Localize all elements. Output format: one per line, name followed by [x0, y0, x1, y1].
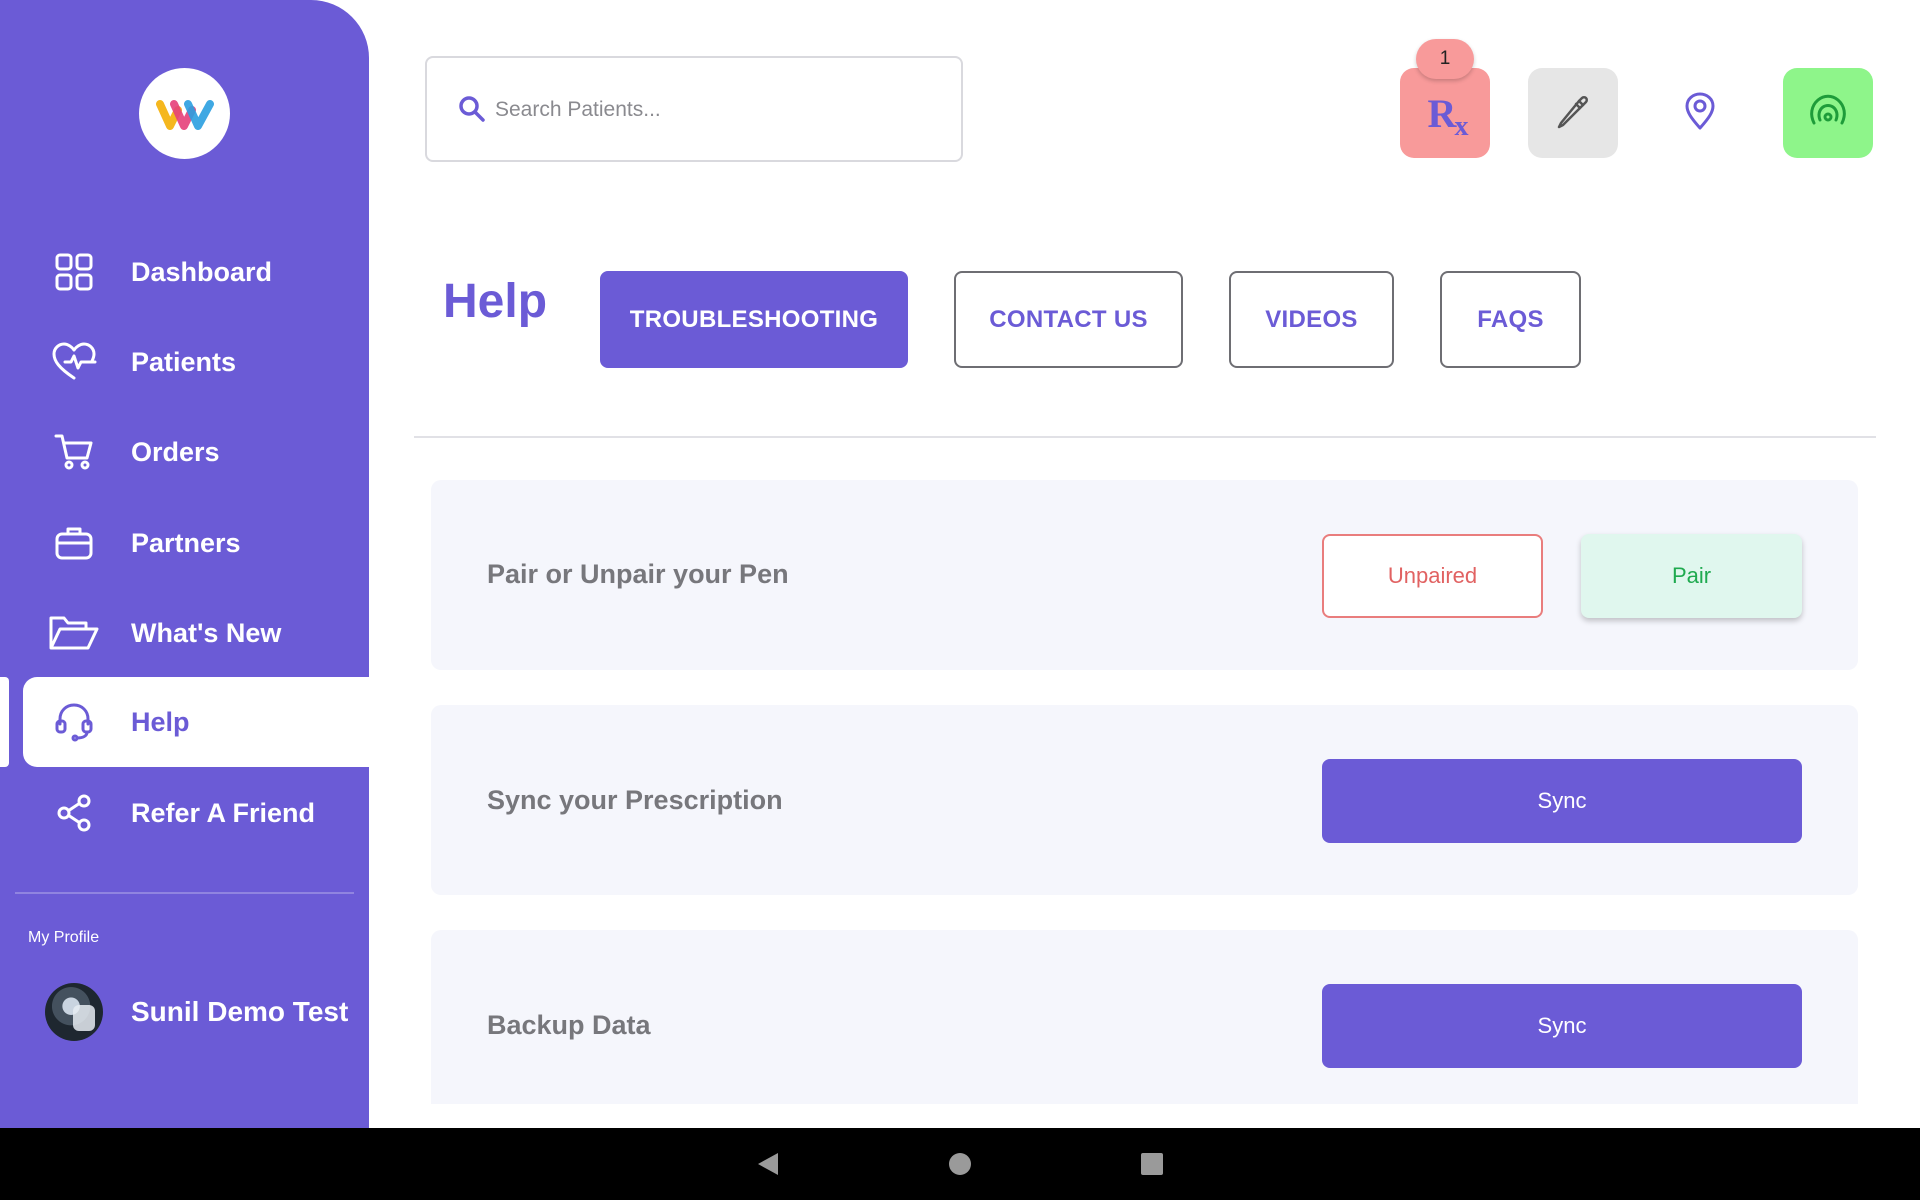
- page-title: Help: [443, 275, 548, 328]
- search-input[interactable]: [495, 88, 935, 132]
- pen-button[interactable]: [1528, 68, 1618, 158]
- cart-icon: [48, 426, 100, 478]
- headset-icon: [48, 696, 100, 748]
- sidebar-item-patients[interactable]: Patients: [0, 317, 369, 407]
- home-button[interactable]: [940, 1128, 980, 1200]
- sidebar-item-label: Patients: [131, 346, 237, 377]
- sidebar-item-partners[interactable]: Partners: [0, 498, 369, 588]
- app-window: Dashboard Patients Orders Partners What'…: [0, 0, 1920, 1128]
- pair-pen-card: Pair or Unpair your Pen Unpaired Pair: [431, 480, 1858, 670]
- unpaired-button[interactable]: Unpaired: [1322, 534, 1543, 618]
- sidebar-item-refer-a-friend[interactable]: Refer A Friend: [0, 768, 369, 858]
- sync-prescription-card: Sync your Prescription Sync: [431, 705, 1858, 895]
- rx-icon: Rx: [1427, 90, 1469, 142]
- card-title: Pair or Unpair your Pen: [487, 559, 789, 589]
- share-icon: [48, 787, 100, 839]
- recents-square-icon: [1141, 1153, 1163, 1175]
- back-triangle-icon: [758, 1153, 778, 1175]
- prescription-button[interactable]: Rx: [1400, 68, 1490, 158]
- avatar[interactable]: [45, 983, 103, 1041]
- tab-contact-us[interactable]: CONTACT US: [954, 271, 1183, 368]
- profile-caption: My Profile: [28, 929, 100, 946]
- sidebar-item-label: Partners: [131, 527, 241, 558]
- logo-icon: [155, 99, 214, 130]
- sidebar: Dashboard Patients Orders Partners What'…: [0, 0, 369, 1128]
- sidebar-divider: [15, 892, 354, 894]
- sidebar-item-label: Orders: [131, 436, 220, 467]
- home-circle-icon: [949, 1153, 971, 1175]
- sidebar-item-label: Refer A Friend: [131, 797, 316, 828]
- signal-icon: [1808, 93, 1848, 134]
- search-box[interactable]: [425, 56, 963, 162]
- pair-button[interactable]: Pair: [1581, 534, 1802, 618]
- card-title: Sync your Prescription: [487, 785, 783, 815]
- connectivity-button[interactable]: [1783, 68, 1873, 158]
- active-indicator: [0, 677, 9, 767]
- sidebar-item-dashboard[interactable]: Dashboard: [0, 227, 369, 317]
- tab-troubleshooting[interactable]: TROUBLESHOOTING: [600, 271, 908, 368]
- dashboard-grid-icon: [48, 246, 100, 298]
- tab-faqs[interactable]: FAQS: [1440, 271, 1581, 368]
- folder-open-icon: [48, 607, 100, 659]
- search-icon: [457, 94, 487, 129]
- back-button[interactable]: [748, 1128, 788, 1200]
- tab-videos[interactable]: VIDEOS: [1229, 271, 1394, 368]
- backup-sync-button[interactable]: Sync: [1322, 984, 1802, 1068]
- pen-icon: [1553, 91, 1593, 136]
- sidebar-item-label: Dashboard: [131, 256, 273, 287]
- heart-pulse-icon: [48, 336, 100, 388]
- location-button[interactable]: [1655, 68, 1745, 158]
- sidebar-item-label: What's New: [131, 617, 282, 648]
- sidebar-item-whats-new[interactable]: What's New: [0, 588, 369, 678]
- recents-button[interactable]: [1132, 1128, 1172, 1200]
- profile-name[interactable]: Sunil Demo Test: [131, 996, 348, 1028]
- briefcase-icon: [48, 517, 100, 569]
- header-divider: [414, 436, 1876, 438]
- sidebar-item-label: Help: [131, 706, 190, 737]
- app-logo[interactable]: [139, 68, 230, 159]
- sync-prescription-button[interactable]: Sync: [1322, 759, 1802, 843]
- sidebar-item-help[interactable]: Help: [23, 677, 369, 767]
- location-pin-icon: [1683, 91, 1717, 136]
- card-title: Backup Data: [487, 1010, 651, 1040]
- backup-data-card: Backup Data Sync: [431, 930, 1858, 1104]
- sidebar-item-orders[interactable]: Orders: [0, 407, 369, 497]
- system-navigation-bar: [0, 1128, 1920, 1200]
- prescription-count-badge: 1: [1416, 39, 1474, 79]
